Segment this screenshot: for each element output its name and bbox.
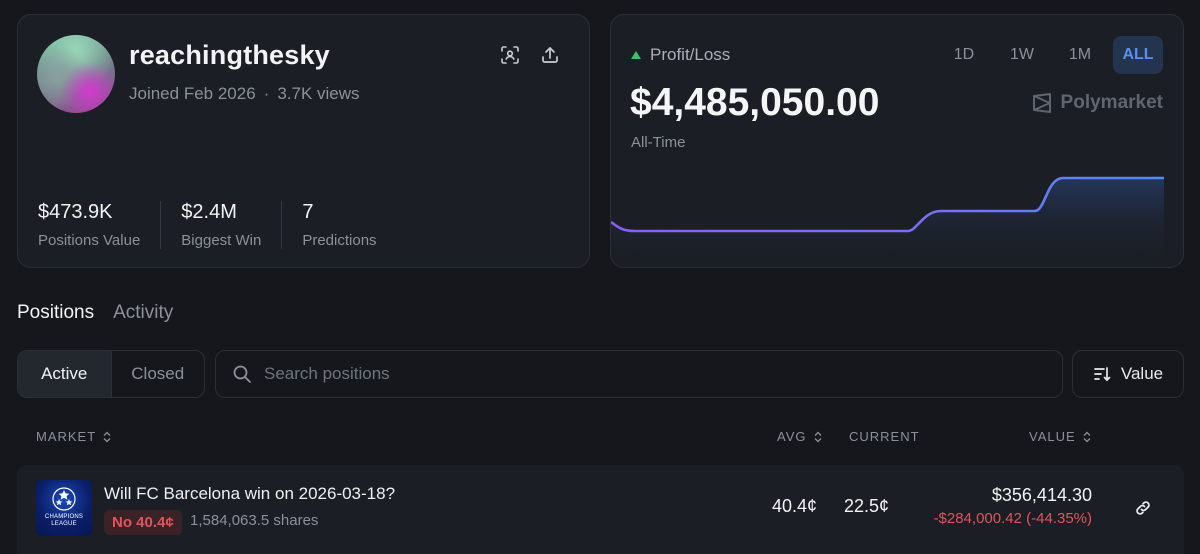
- position-pnl: -$284,000.42 (-44.35%): [933, 510, 1092, 527]
- stat-label: Biggest Win: [181, 232, 262, 249]
- range-1w-button[interactable]: 1W: [997, 36, 1047, 74]
- profile-card: reachingthesky Joined Feb 2026 · 3.7K view…: [17, 14, 590, 268]
- header-current-label: CURRENT: [849, 429, 920, 444]
- sort-updown-icon: [1083, 431, 1091, 442]
- sort-button[interactable]: Value: [1072, 350, 1184, 398]
- link-icon[interactable]: [1132, 497, 1154, 519]
- header-avg[interactable]: AVG: [777, 429, 823, 444]
- range-1d-button[interactable]: 1D: [939, 36, 989, 74]
- current-price: 22.5¢: [844, 496, 890, 516]
- pnl-chart: [611, 176, 1164, 267]
- shares-count: 1,584,063.5 shares: [190, 512, 319, 529]
- status-segmented-control: Active Closed: [17, 350, 205, 398]
- pnl-value: $4,485,050.00: [630, 81, 880, 124]
- profile-stats: $473.9K Positions Value $2.4M Biggest Wi…: [38, 201, 417, 249]
- search-icon: [233, 365, 251, 383]
- trend-up-icon: [631, 51, 641, 59]
- stat-label: Positions Value: [38, 232, 141, 249]
- header-value-label: VALUE: [1029, 429, 1076, 444]
- stat-value: $2.4M: [181, 201, 237, 223]
- header-market[interactable]: MARKET: [36, 429, 112, 444]
- range-1m-button[interactable]: 1M: [1055, 36, 1105, 74]
- tab-positions[interactable]: Positions: [17, 302, 94, 324]
- header-value[interactable]: VALUE: [1029, 429, 1092, 444]
- header-avg-label: AVG: [777, 429, 807, 444]
- range-selector: 1D 1W 1M ALL: [939, 36, 1163, 74]
- header-current: CURRENT: [849, 429, 920, 444]
- avatar: [37, 35, 115, 113]
- sort-icon: [1094, 367, 1111, 382]
- avg-price: 40.4¢: [772, 496, 818, 516]
- pnl-label: Profit/Loss: [650, 45, 731, 64]
- stat-value: 7: [302, 201, 314, 223]
- stat-biggest-win: $2.4M Biggest Win: [181, 201, 283, 249]
- sort-updown-icon: [814, 431, 821, 442]
- range-all-button[interactable]: ALL: [1113, 36, 1163, 74]
- active-filter-button[interactable]: Active: [18, 351, 112, 397]
- closed-filter-button[interactable]: Closed: [112, 351, 205, 397]
- search-input[interactable]: [264, 364, 1024, 384]
- polymarket-label: Polymarket: [1060, 92, 1163, 113]
- pnl-period-label: All-Time: [631, 134, 686, 151]
- profile-meta: Joined Feb 2026 · 3.7K views: [129, 84, 360, 104]
- thumbnail-caption: CHAMPIONS LEAGUE: [44, 514, 84, 527]
- share-icon[interactable]: [538, 43, 562, 67]
- pnl-chart-area: [611, 178, 1164, 267]
- search-box: [215, 350, 1063, 398]
- stat-positions-value: $473.9K Positions Value: [38, 201, 162, 249]
- stat-value: $473.9K: [38, 201, 113, 223]
- polymarket-logo-icon: [1032, 93, 1051, 113]
- tab-activity[interactable]: Activity: [113, 302, 173, 324]
- meta-separator: ·: [263, 84, 270, 103]
- header-market-label: MARKET: [36, 429, 97, 444]
- outcome-badge: No 40.4¢: [104, 510, 182, 535]
- market-title[interactable]: Will FC Barcelona win on 2026-03-18?: [104, 484, 395, 504]
- pnl-header: Profit/Loss: [631, 45, 730, 65]
- username: reachingthesky: [129, 40, 330, 70]
- scan-icon[interactable]: [498, 43, 522, 67]
- polymarket-brand: Polymarket: [1031, 92, 1163, 114]
- position-value: $356,414.30: [991, 485, 1092, 505]
- market-thumbnail: CHAMPIONS LEAGUE: [36, 480, 92, 536]
- sort-label: Value: [1120, 364, 1164, 383]
- section-tabs: Positions Activity: [17, 302, 173, 324]
- table-row[interactable]: CHAMPIONS LEAGUE Will FC Barcelona win o…: [17, 465, 1184, 554]
- champions-league-logo-icon: [52, 487, 76, 511]
- pnl-card: Profit/Loss $4,485,050.00 All-Time 1D 1W…: [610, 14, 1184, 268]
- view-count: 3.7K views: [277, 84, 360, 103]
- sort-updown-icon: [103, 431, 111, 442]
- stat-label: Predictions: [302, 232, 377, 249]
- stat-predictions: 7 Predictions: [302, 201, 396, 249]
- joined-date: Joined Feb 2026: [129, 84, 256, 103]
